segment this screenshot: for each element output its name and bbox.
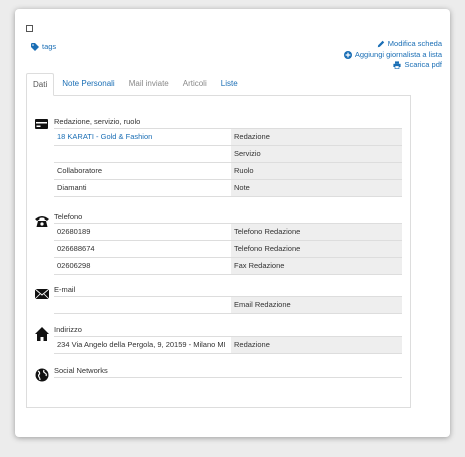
add-to-list-label: Aggiungi giornalista a lista — [354, 49, 442, 59]
section-phone-title: Telefono — [54, 212, 83, 221]
table-row: 026688674 Telefono Redazione — [54, 241, 402, 258]
actions-menu: Modifica scheda Aggiungi giornalista a l… — [343, 39, 442, 71]
redazione-value-link[interactable]: 18 KARATI - Gold & Fashion — [54, 129, 231, 146]
table-row: Email Redazione — [54, 297, 402, 314]
telephone-icon — [35, 216, 49, 227]
ruolo-label: Ruolo — [231, 163, 402, 180]
envelope-icon — [35, 288, 49, 300]
table-row: Collaboratore Ruolo — [54, 163, 402, 180]
section-role-title: Redazione, servizio, ruolo — [54, 117, 141, 126]
tags-link[interactable]: tags — [31, 42, 56, 51]
section-email-title: E-mail — [54, 285, 76, 294]
section-email: E-mail Email Redazione — [35, 285, 402, 314]
table-row: 02606298 Fax Redazione — [54, 258, 402, 275]
table-row: 234 Via Angelo della Pergola, 9, 20159 -… — [54, 337, 402, 354]
tags-label: tags — [42, 42, 57, 51]
fax-value: 02606298 — [54, 258, 231, 275]
phone-label: Telefono Redazione — [231, 224, 402, 241]
tab-mail-inviate[interactable]: Mail inviate — [123, 73, 175, 94]
download-pdf-link[interactable]: Scarica pdf — [344, 60, 442, 71]
tab-panel-dati: Redazione, servizio, ruolo 18 KARATI - G… — [26, 95, 411, 408]
phone-label: Telefono Redazione — [231, 241, 402, 258]
table-row: 02680189 Telefono Redazione — [54, 224, 402, 241]
note-value: Diamanti — [54, 180, 231, 197]
email-value — [54, 297, 231, 314]
servizio-label: Servizio — [231, 146, 402, 163]
phone-value: 02680189 — [54, 224, 231, 241]
globe-icon — [35, 368, 49, 382]
edit-card-label: Modifica scheda — [387, 39, 442, 48]
tab-bar: Dati Note Personali Mail inviate Articol… — [26, 73, 411, 96]
section-social-title: Social Networks — [54, 366, 108, 375]
select-checkbox[interactable] — [26, 25, 33, 32]
edit-card-link[interactable]: Modifica scheda — [344, 39, 442, 50]
id-card-icon — [35, 119, 48, 129]
section-address-title: Indirizzo — [54, 325, 82, 334]
table-row: Servizio — [54, 146, 402, 163]
section-phone: Telefono 02680189 Telefono Redazione 026… — [35, 212, 402, 275]
email-label: Email Redazione — [231, 297, 402, 314]
plus-circle-icon — [343, 50, 352, 59]
phone-value: 026688674 — [54, 241, 231, 258]
tab-articoli[interactable]: Articoli — [177, 73, 213, 94]
redazione-label: Redazione — [231, 129, 402, 146]
tag-icon — [31, 42, 39, 51]
section-social: Social Networks — [35, 366, 402, 382]
table-row: 18 KARATI - Gold & Fashion Redazione — [54, 129, 402, 146]
section-address: Indirizzo 234 Via Angelo della Pergola, … — [35, 325, 402, 354]
address-label: Redazione — [231, 337, 402, 354]
add-to-list-link[interactable]: Aggiungi giornalista a lista — [343, 49, 442, 61]
print-icon — [393, 61, 402, 70]
table-row: Diamanti Note — [54, 180, 402, 197]
servizio-value — [54, 146, 231, 163]
download-pdf-label: Scarica pdf — [404, 60, 442, 69]
tab-dati[interactable]: Dati — [26, 73, 55, 96]
home-icon — [35, 327, 49, 341]
tab-liste[interactable]: Liste — [215, 73, 244, 94]
tab-note-personali[interactable]: Note Personali — [56, 73, 120, 94]
address-value: 234 Via Angelo della Pergola, 9, 20159 -… — [54, 337, 231, 354]
section-role: Redazione, servizio, ruolo 18 KARATI - G… — [35, 117, 402, 197]
note-label: Note — [231, 180, 402, 197]
pencil-icon — [377, 41, 384, 48]
ruolo-value: Collaboratore — [54, 163, 231, 180]
fax-label: Fax Redazione — [231, 258, 402, 275]
